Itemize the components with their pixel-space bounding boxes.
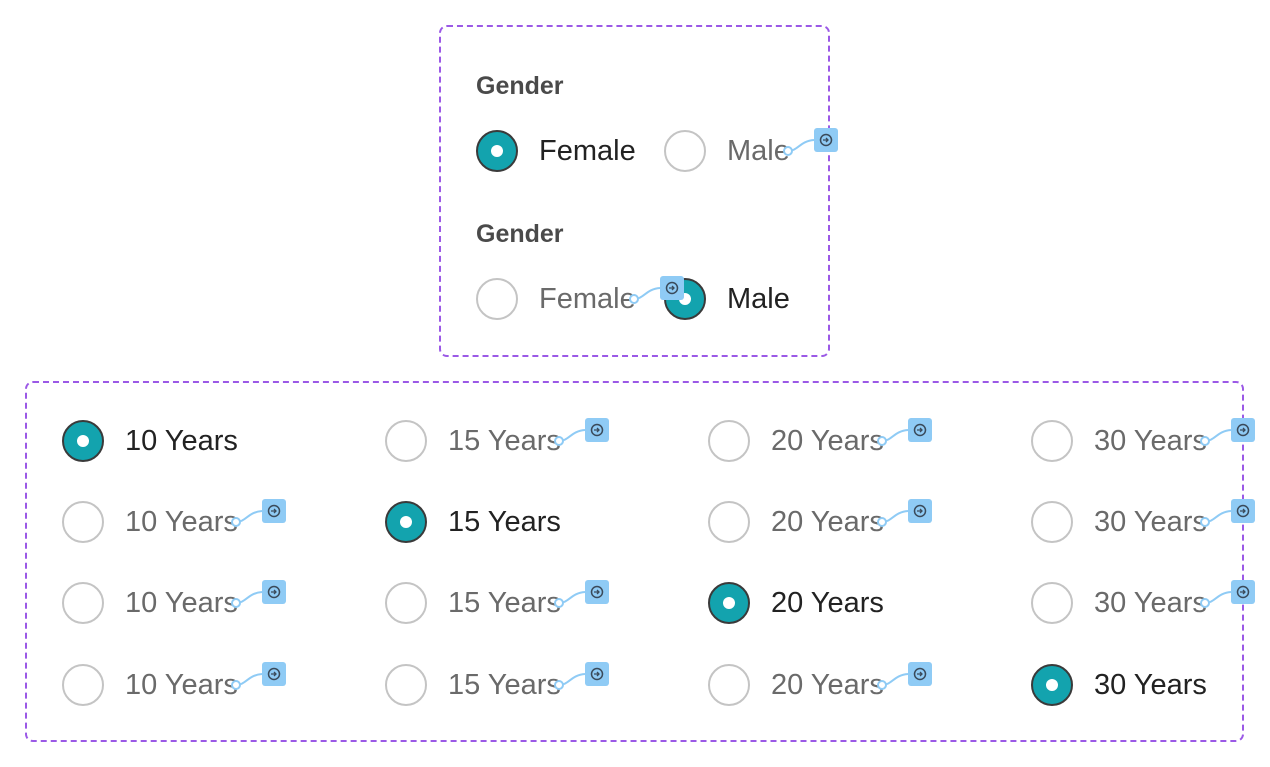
radio-button[interactable]: [664, 130, 706, 172]
radio-years-option[interactable]: 20 Years: [708, 499, 884, 545]
radio-button[interactable]: [62, 582, 104, 624]
component-link-icon[interactable]: [876, 417, 936, 446]
radio-label: 15 Years: [448, 505, 561, 538]
radio-years-option[interactable]: 15 Years: [385, 499, 561, 545]
radio-button[interactable]: [708, 501, 750, 543]
component-link-icon[interactable]: [1199, 498, 1259, 527]
radio-years-option[interactable]: 10 Years: [62, 499, 238, 545]
radio-years-option[interactable]: 30 Years: [1031, 499, 1207, 545]
group-label: Gender: [476, 220, 564, 248]
radio-button[interactable]: [1031, 501, 1073, 543]
radio-years-option[interactable]: 10 Years: [62, 418, 238, 464]
radio-years-option[interactable]: 30 Years: [1031, 662, 1207, 708]
radio-label: Female: [539, 282, 636, 315]
radio-button[interactable]: [62, 420, 104, 462]
component-link-icon[interactable]: [553, 661, 613, 690]
component-link-icon[interactable]: [876, 661, 936, 690]
radio-label: 10 Years: [125, 586, 238, 619]
radio-years-option[interactable]: 20 Years: [708, 662, 884, 708]
radio-label: 15 Years: [448, 668, 561, 701]
radio-label: 15 Years: [448, 586, 561, 619]
group-label: Gender: [476, 72, 564, 100]
radio-button[interactable]: [385, 582, 427, 624]
radio-years-option[interactable]: 10 Years: [62, 580, 238, 626]
radio-label: 20 Years: [771, 424, 884, 457]
radio-button[interactable]: [1031, 420, 1073, 462]
radio-female[interactable]: Female: [476, 128, 636, 174]
years-variant-frame: 10 Years 15 Years 20 Years 30 Years 10 Years…: [25, 381, 1244, 742]
component-link-icon[interactable]: [628, 275, 688, 304]
radio-label: 20 Years: [771, 505, 884, 538]
radio-label: Female: [539, 134, 636, 167]
radio-years-option[interactable]: 20 Years: [708, 418, 884, 464]
component-link-icon[interactable]: [1199, 417, 1259, 446]
radio-button[interactable]: [385, 501, 427, 543]
radio-button[interactable]: [476, 278, 518, 320]
radio-label: 30 Years: [1094, 586, 1207, 619]
radio-label: 30 Years: [1094, 424, 1207, 457]
component-link-icon[interactable]: [230, 498, 290, 527]
gender-variant-frame: Gender Female Male Gender Female Male: [439, 25, 830, 357]
radio-label: 10 Years: [125, 424, 238, 457]
radio-female[interactable]: Female: [476, 276, 636, 322]
radio-years-option[interactable]: 15 Years: [385, 662, 561, 708]
radio-button[interactable]: [476, 130, 518, 172]
radio-button[interactable]: [385, 664, 427, 706]
component-link-icon[interactable]: [230, 661, 290, 690]
radio-years-option[interactable]: 10 Years: [62, 662, 238, 708]
radio-male[interactable]: Male: [664, 128, 790, 174]
component-link-icon[interactable]: [230, 579, 290, 608]
radio-label: 30 Years: [1094, 668, 1207, 701]
radio-years-option[interactable]: 30 Years: [1031, 580, 1207, 626]
component-link-icon[interactable]: [876, 498, 936, 527]
radio-label: 20 Years: [771, 668, 884, 701]
radio-button[interactable]: [1031, 582, 1073, 624]
radio-button[interactable]: [62, 501, 104, 543]
canvas: Gender Female Male Gender Female Male 10…: [0, 0, 1270, 767]
radio-label: Male: [727, 282, 790, 315]
radio-years-option[interactable]: 30 Years: [1031, 418, 1207, 464]
radio-button[interactable]: [62, 664, 104, 706]
radio-label: Male: [727, 134, 790, 167]
component-link-icon[interactable]: [553, 417, 613, 446]
radio-years-option[interactable]: 20 Years: [708, 580, 884, 626]
component-link-icon[interactable]: [553, 579, 613, 608]
radio-label: 10 Years: [125, 505, 238, 538]
radio-button[interactable]: [708, 664, 750, 706]
radio-button[interactable]: [708, 582, 750, 624]
radio-label: 15 Years: [448, 424, 561, 457]
radio-label: 10 Years: [125, 668, 238, 701]
radio-button[interactable]: [385, 420, 427, 462]
radio-button[interactable]: [708, 420, 750, 462]
component-link-icon[interactable]: [1199, 579, 1259, 608]
radio-button[interactable]: [1031, 664, 1073, 706]
radio-label: 20 Years: [771, 586, 884, 619]
radio-years-option[interactable]: 15 Years: [385, 418, 561, 464]
radio-label: 30 Years: [1094, 505, 1207, 538]
component-link-icon[interactable]: [782, 127, 842, 156]
radio-years-option[interactable]: 15 Years: [385, 580, 561, 626]
